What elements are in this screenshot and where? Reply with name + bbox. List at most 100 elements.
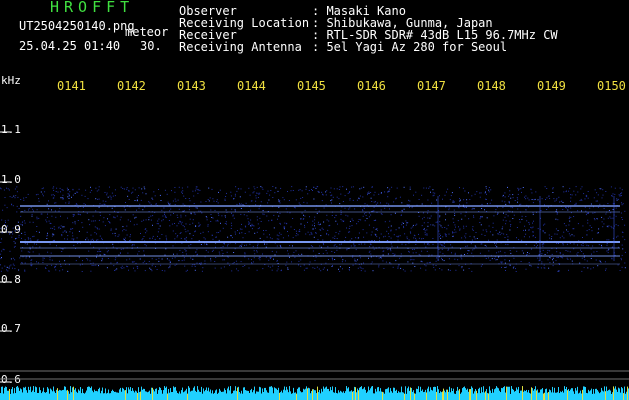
noise-speckle [533,244,535,246]
noise-speckle [15,195,17,197]
noise-speckle [545,199,546,200]
noise-speckle [210,258,212,260]
noise-speckle [418,215,420,217]
noise-floor-bar [493,392,494,400]
noise-speckle [463,227,465,229]
noise-speckle [231,225,233,227]
noise-speckle [207,231,209,233]
noise-speckle [355,260,357,262]
noise-speckle [134,189,136,191]
noise-speckle [622,203,624,205]
noise-floor-bar [175,386,176,400]
noise-speckle [541,244,543,246]
noise-speckle [399,257,401,259]
noise-speckle [136,223,138,225]
noise-floor-bar [205,389,206,400]
noise-speckle [593,251,595,253]
noise-floor-bar [196,391,197,400]
noise-floor-bar [555,392,556,400]
noise-floor-bar [394,387,395,400]
noise-speckle [484,192,486,194]
noise-speckle [284,222,286,224]
noise-speckle [325,191,327,193]
noise-floor-bar [190,391,191,400]
noise-floor-bar [209,391,210,400]
noise-floor-bar [120,387,121,400]
noise-speckle [304,226,306,228]
noise-speckle [36,209,38,211]
noise-speckle [624,267,626,269]
noise-speckle [439,224,441,226]
noise-speckle [76,237,78,239]
noise-speckle [457,259,459,261]
noise-speckle [537,228,539,230]
noise-floor-bar [30,386,31,400]
noise-speckle [107,258,109,259]
noise-speckle [212,217,214,219]
noise-floor-bar [163,390,164,400]
noise-speckle [364,220,366,222]
noise-floor-bar [431,389,432,400]
noise-speckle [609,216,611,218]
noise-speckle [223,259,225,261]
noise-speckle [481,233,483,235]
noise-speckle [200,262,202,264]
noise-speckle [562,244,564,246]
noise-floor-bar [487,393,488,400]
noise-floor-bar [278,387,279,400]
noise-speckle [313,198,315,200]
noise-speckle [459,200,461,202]
noise-speckle [385,261,387,263]
noise-floor-bar [524,390,525,400]
antenna-label: Receiving Antenna [179,40,302,54]
noise-floor-bar [587,393,588,400]
noise-speckle [185,270,187,272]
noise-floor-bar [547,392,548,400]
noise-speckle [192,222,194,224]
frequency-unit-label: kHz [1,74,21,87]
noise-speckle [306,202,308,204]
noise-speckle [425,246,427,248]
noise-speckle [611,227,613,229]
noise-speckle [42,257,44,259]
noise-speckle [308,190,310,191]
noise-speckle [346,249,348,251]
noise-speckle [303,269,305,271]
noise-speckle [535,191,537,193]
noise-speckle [544,186,546,188]
noise-speckle [156,223,158,225]
noise-speckle [586,244,588,246]
noise-speckle [59,260,60,262]
noise-speckle [570,200,571,202]
noise-speckle [549,262,551,264]
noise-speckle [5,222,6,223]
noise-speckle [152,215,154,217]
noise-speckle [269,237,271,239]
noise-speckle [406,238,408,240]
time-tick-label: 0148 [477,79,506,93]
noise-speckle [610,217,612,219]
noise-speckle [192,219,194,221]
noise-floor-bar [340,390,341,400]
noise-speckle [169,260,171,262]
noise-speckle [254,253,256,255]
noise-floor-bar [534,389,535,400]
noise-speckle [298,230,300,232]
noise-speckle [190,213,192,215]
noise-speckle [150,268,152,270]
noise-speckle [585,214,587,216]
noise-speckle [276,245,278,247]
noise-speckle [380,256,382,258]
noise-speckle [327,269,328,271]
noise-speckle [169,210,171,212]
noise-floor-bar [165,387,166,400]
noise-speckle [303,218,305,220]
noise-speckle [216,201,218,202]
noise-speckle [374,233,376,235]
noise-speckle [592,238,593,240]
noise-floor-bar [100,393,101,400]
noise-speckle [485,229,487,231]
noise-speckle [556,198,558,200]
noise-speckle [368,257,369,259]
noise-floor-bar [262,388,263,400]
